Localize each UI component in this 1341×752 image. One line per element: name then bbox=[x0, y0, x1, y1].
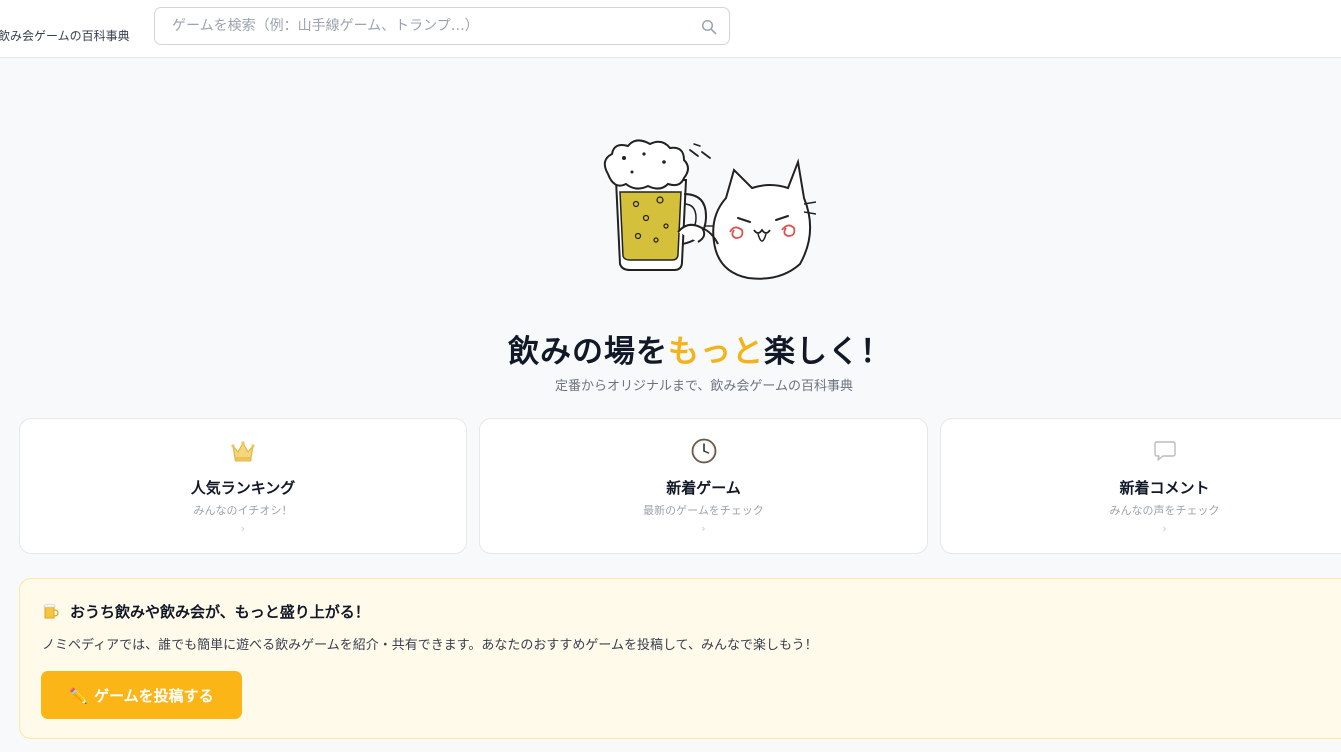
card-title: 新着コメント bbox=[1119, 479, 1210, 497]
search-box[interactable] bbox=[154, 7, 730, 45]
hero-illustration-beer-cat bbox=[603, 139, 816, 280]
card-new-comments[interactable]: 新着コメント みんなの声をチェック › bbox=[940, 418, 1341, 554]
crown-icon bbox=[231, 441, 255, 462]
hero-title-accent: もっと bbox=[668, 334, 764, 370]
chevron-right-icon: › bbox=[1162, 522, 1167, 535]
hero-title: 飲みの場をもっと楽しく！ bbox=[0, 326, 1341, 371]
top-bar: 飲み会ゲームの百科事典 bbox=[0, 0, 1341, 58]
card-description: みんなのイチオシ！ bbox=[193, 504, 293, 517]
speech-bubble-icon bbox=[1153, 441, 1176, 461]
pencil-icon: ✏️ bbox=[69, 686, 89, 705]
post-game-button-label: ゲームを投稿する bbox=[94, 686, 214, 705]
beer-mug-icon bbox=[43, 603, 59, 619]
hero-title-part1: 飲みの場を bbox=[508, 334, 668, 370]
card-popular-ranking[interactable]: 人気ランキング みんなのイチオシ！ › bbox=[19, 418, 467, 554]
hero-title-part2: 楽しく！ bbox=[764, 334, 892, 370]
site-logo[interactable]: 飲み会ゲームの百科事典 bbox=[0, 27, 130, 44]
card-title: 新着ゲーム bbox=[666, 479, 741, 497]
card-title: 人気ランキング bbox=[190, 479, 296, 497]
chevron-right-icon: › bbox=[701, 522, 706, 535]
card-description: みんなの声をチェック bbox=[1109, 504, 1220, 517]
clock-icon bbox=[691, 438, 716, 464]
card-new-games[interactable]: 新着ゲーム 最新のゲームをチェック › bbox=[479, 418, 928, 554]
hero-subtitle: 定番からオリジナルまで、飲み会ゲームの百科事典 bbox=[554, 379, 854, 394]
promo-heading-text: おうち飲みや飲み会が、もっと盛り上がる！ bbox=[70, 603, 370, 621]
promo-section: おうち飲みや飲み会が、もっと盛り上がる！ ノミペディアでは、誰でも簡単に遊べる飲… bbox=[19, 578, 1341, 739]
chevron-right-icon: › bbox=[240, 522, 246, 535]
search-icon[interactable] bbox=[701, 19, 717, 35]
card-description: 最新のゲームをチェック bbox=[643, 504, 764, 517]
promo-description: ノミペディアでは、誰でも簡単に遊べる飲みゲームを紹介・共有できます。あなたのおす… bbox=[42, 638, 818, 653]
post-game-button[interactable]: ✏️ ゲームを投稿する bbox=[41, 671, 242, 719]
promo-heading: おうち飲みや飲み会が、もっと盛り上がる！ bbox=[42, 601, 370, 622]
search-input[interactable] bbox=[155, 8, 729, 44]
